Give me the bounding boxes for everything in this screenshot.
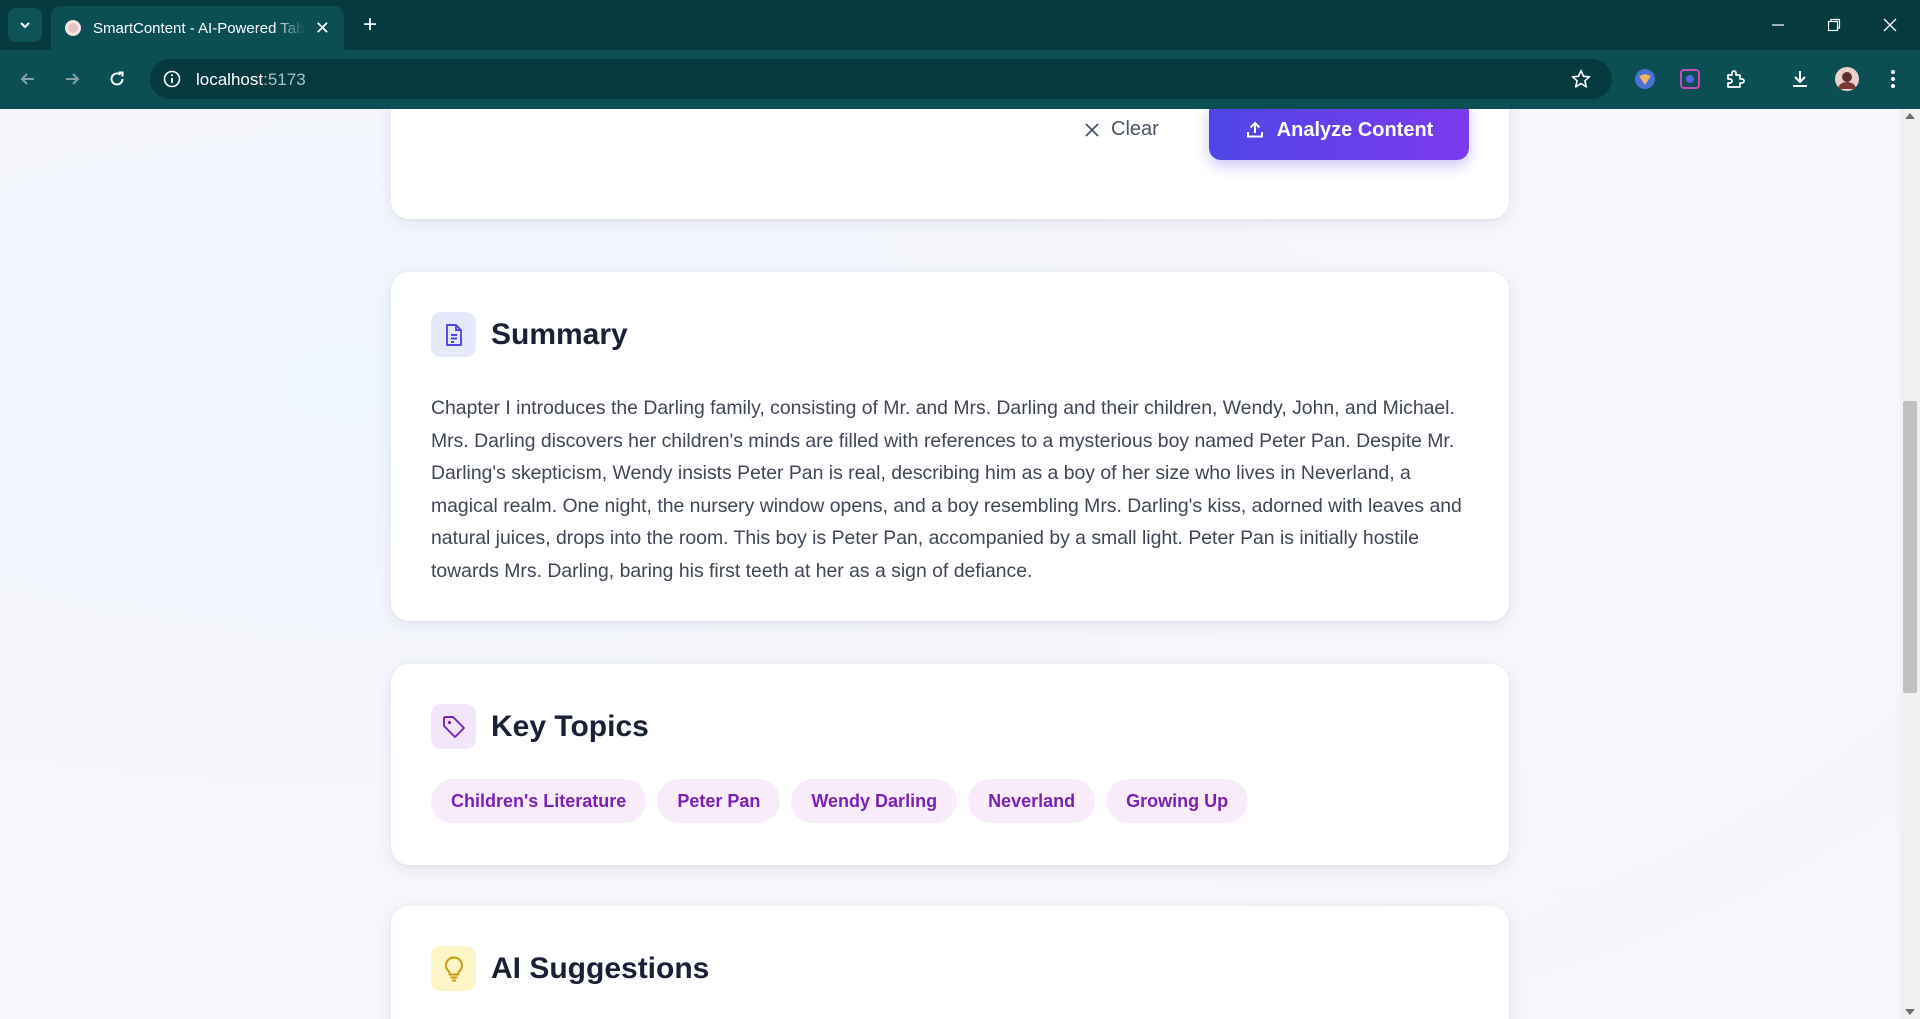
tag-icon: [431, 704, 476, 749]
analyze-button-label: Analyze Content: [1276, 118, 1434, 141]
key-topics-title: Key Topics: [491, 709, 649, 743]
back-button[interactable]: [12, 63, 44, 95]
input-card: Clear Analyze Content: [391, 109, 1509, 219]
clear-button-label: Clear: [1111, 118, 1159, 140]
minimize-button[interactable]: [1758, 8, 1798, 42]
downloads-icon[interactable]: [1783, 62, 1817, 96]
bookmark-star-icon[interactable]: [1570, 68, 1592, 90]
browser-toolbar: localhost:5173: [0, 50, 1920, 109]
favicon-icon: [65, 20, 81, 36]
close-window-button[interactable]: [1870, 8, 1910, 42]
reload-icon: [110, 71, 124, 86]
upload-icon: [1246, 121, 1263, 138]
lightbulb-icon: [431, 946, 476, 991]
key-topics-card: Key Topics Children's Literature Peter P…: [391, 664, 1509, 865]
ai-suggestions-card: AI Suggestions: [391, 906, 1509, 1019]
arrow-left-icon: [20, 73, 34, 85]
forward-button[interactable]: [56, 63, 88, 95]
summary-card: Summary Chapter I introduces the Darling…: [391, 272, 1509, 621]
tab-search-button[interactable]: [8, 8, 42, 42]
page-scrollbar[interactable]: [1900, 109, 1920, 1019]
scroll-up-arrow-icon[interactable]: [1905, 113, 1915, 119]
profile-avatar[interactable]: [1830, 62, 1864, 96]
topic-chip-list: Children's Literature Peter Pan Wendy Da…: [431, 779, 1249, 823]
close-icon: [1085, 122, 1099, 137]
chevron-down-icon: [20, 22, 30, 29]
browser-tab[interactable]: SmartContent - AI-Powered Tab ✕: [51, 6, 344, 50]
extensions-puzzle-icon[interactable]: [1718, 62, 1752, 96]
restore-button[interactable]: [1814, 8, 1854, 42]
extension-capture-icon[interactable]: [1673, 62, 1707, 96]
url-port: :5173: [263, 70, 306, 89]
summary-text: Chapter I introduces the Darling family,…: [431, 397, 1462, 582]
ai-suggestions-header: AI Suggestions: [431, 946, 709, 991]
scroll-down-arrow-icon[interactable]: [1905, 1009, 1915, 1015]
reload-button[interactable]: [101, 63, 133, 95]
browser-menu-icon[interactable]: [1876, 62, 1910, 96]
topic-chip[interactable]: Neverland: [968, 779, 1096, 823]
arrow-right-icon: [66, 73, 80, 85]
topic-chip[interactable]: Children's Literature: [431, 779, 647, 823]
topic-chip[interactable]: Growing Up: [1106, 779, 1249, 823]
restore-icon: [1827, 18, 1841, 32]
minimize-icon: [1772, 24, 1784, 26]
address-bar[interactable]: localhost:5173: [150, 59, 1612, 99]
document-icon: [431, 312, 476, 357]
clear-button[interactable]: Clear: [1085, 118, 1159, 141]
page-content: Clear Analyze Content Summary Chapter I …: [0, 109, 1900, 1019]
url-text: localhost:5173: [196, 70, 306, 90]
topic-chip[interactable]: Peter Pan: [657, 779, 781, 823]
scrollbar-thumb[interactable]: [1903, 401, 1917, 693]
url-host: localhost: [196, 70, 264, 89]
new-tab-button[interactable]: +: [356, 11, 384, 39]
topic-chip[interactable]: Wendy Darling: [791, 779, 958, 823]
browser-titlebar: SmartContent - AI-Powered Tab ✕ +: [0, 0, 1920, 50]
summary-header: Summary: [431, 312, 628, 357]
summary-title: Summary: [491, 317, 628, 351]
key-topics-header: Key Topics: [431, 704, 649, 749]
tab-close-icon[interactable]: ✕: [315, 18, 330, 39]
close-icon: [1883, 18, 1897, 32]
tab-title: SmartContent - AI-Powered Tab: [93, 19, 305, 37]
analyze-content-button[interactable]: Analyze Content: [1209, 109, 1469, 160]
extension-shield-icon[interactable]: [1628, 62, 1662, 96]
ai-suggestions-title: AI Suggestions: [491, 951, 710, 985]
site-info-icon[interactable]: [162, 69, 182, 89]
